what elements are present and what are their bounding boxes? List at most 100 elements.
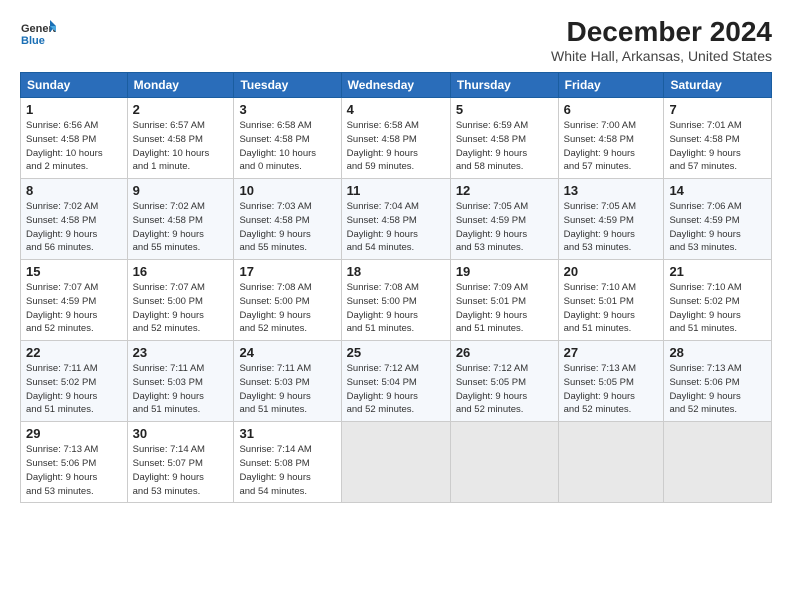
calendar-cell [341,422,450,503]
day-info: Sunrise: 7:08 AMSunset: 5:00 PMDaylight:… [239,281,335,336]
day-number: 10 [239,183,335,198]
day-info: Sunrise: 7:00 AMSunset: 4:58 PMDaylight:… [564,119,659,174]
day-number: 16 [133,264,229,279]
week-row-3: 15 Sunrise: 7:07 AMSunset: 4:59 PMDayligh… [21,260,772,341]
calendar-cell: 30 Sunrise: 7:14 AMSunset: 5:07 PMDayligh… [127,422,234,503]
day-info: Sunrise: 7:07 AMSunset: 4:59 PMDaylight:… [26,281,122,336]
calendar-page: General Blue December 2024 White Hall, A… [0,0,792,612]
calendar-cell [450,422,558,503]
day-info: Sunrise: 7:10 AMSunset: 5:01 PMDaylight:… [564,281,659,336]
day-info: Sunrise: 7:14 AMSunset: 5:07 PMDaylight:… [133,443,229,498]
calendar-cell: 1 Sunrise: 6:56 AMSunset: 4:58 PMDaylight… [21,98,128,179]
day-number: 7 [669,102,766,117]
day-number: 23 [133,345,229,360]
calendar-table: SundayMondayTuesdayWednesdayThursdayFrid… [20,72,772,503]
day-info: Sunrise: 7:13 AMSunset: 5:06 PMDaylight:… [26,443,122,498]
day-info: Sunrise: 7:09 AMSunset: 5:01 PMDaylight:… [456,281,553,336]
day-info: Sunrise: 6:56 AMSunset: 4:58 PMDaylight:… [26,119,122,174]
calendar-cell: 18 Sunrise: 7:08 AMSunset: 5:00 PMDayligh… [341,260,450,341]
week-row-4: 22 Sunrise: 7:11 AMSunset: 5:02 PMDayligh… [21,341,772,422]
day-info: Sunrise: 7:06 AMSunset: 4:59 PMDaylight:… [669,200,766,255]
calendar-cell: 17 Sunrise: 7:08 AMSunset: 5:00 PMDayligh… [234,260,341,341]
day-number: 6 [564,102,659,117]
day-number: 22 [26,345,122,360]
calendar-cell: 23 Sunrise: 7:11 AMSunset: 5:03 PMDayligh… [127,341,234,422]
calendar-cell: 20 Sunrise: 7:10 AMSunset: 5:01 PMDayligh… [558,260,664,341]
calendar-cell: 6 Sunrise: 7:00 AMSunset: 4:58 PMDaylight… [558,98,664,179]
day-info: Sunrise: 7:02 AMSunset: 4:58 PMDaylight:… [133,200,229,255]
calendar-cell [558,422,664,503]
day-info: Sunrise: 6:57 AMSunset: 4:58 PMDaylight:… [133,119,229,174]
day-number: 13 [564,183,659,198]
day-number: 18 [347,264,445,279]
day-number: 21 [669,264,766,279]
calendar-title: December 2024 [551,16,772,48]
logo-icon: General Blue [20,16,56,52]
calendar-cell: 12 Sunrise: 7:05 AMSunset: 4:59 PMDayligh… [450,179,558,260]
day-number: 26 [456,345,553,360]
column-header-tuesday: Tuesday [234,73,341,98]
day-number: 14 [669,183,766,198]
day-info: Sunrise: 7:05 AMSunset: 4:59 PMDaylight:… [564,200,659,255]
calendar-cell: 24 Sunrise: 7:11 AMSunset: 5:03 PMDayligh… [234,341,341,422]
day-number: 5 [456,102,553,117]
calendar-cell: 28Sunrise: 7:13 AMSunset: 5:06 PMDayligh… [664,341,772,422]
calendar-cell: 9 Sunrise: 7:02 AMSunset: 4:58 PMDaylight… [127,179,234,260]
logo: General Blue [20,16,56,52]
column-header-thursday: Thursday [450,73,558,98]
day-info: Sunrise: 7:12 AMSunset: 5:05 PMDaylight:… [456,362,553,417]
calendar-cell: 21Sunrise: 7:10 AMSunset: 5:02 PMDayligh… [664,260,772,341]
day-info: Sunrise: 7:05 AMSunset: 4:59 PMDaylight:… [456,200,553,255]
day-info: Sunrise: 7:07 AMSunset: 5:00 PMDaylight:… [133,281,229,336]
column-header-monday: Monday [127,73,234,98]
calendar-cell: 29Sunrise: 7:13 AMSunset: 5:06 PMDayligh… [21,422,128,503]
day-info: Sunrise: 7:12 AMSunset: 5:04 PMDaylight:… [347,362,445,417]
day-number: 31 [239,426,335,441]
calendar-cell: 31 Sunrise: 7:14 AMSunset: 5:08 PMDayligh… [234,422,341,503]
calendar-cell: 3Sunrise: 6:58 AMSunset: 4:58 PMDaylight… [234,98,341,179]
day-number: 24 [239,345,335,360]
day-info: Sunrise: 7:14 AMSunset: 5:08 PMDaylight:… [239,443,335,498]
day-number: 27 [564,345,659,360]
svg-text:Blue: Blue [21,35,45,47]
calendar-cell: 10Sunrise: 7:03 AMSunset: 4:58 PMDayligh… [234,179,341,260]
day-info: Sunrise: 7:11 AMSunset: 5:03 PMDaylight:… [133,362,229,417]
calendar-cell: 4Sunrise: 6:58 AMSunset: 4:58 PMDaylight… [341,98,450,179]
calendar-cell: 19 Sunrise: 7:09 AMSunset: 5:01 PMDayligh… [450,260,558,341]
column-header-sunday: Sunday [21,73,128,98]
day-number: 2 [133,102,229,117]
day-number: 17 [239,264,335,279]
day-number: 25 [347,345,445,360]
calendar-cell: 5 Sunrise: 6:59 AMSunset: 4:58 PMDaylight… [450,98,558,179]
calendar-cell: 22 Sunrise: 7:11 AMSunset: 5:02 PMDayligh… [21,341,128,422]
day-number: 9 [133,183,229,198]
day-number: 19 [456,264,553,279]
calendar-cell: 16 Sunrise: 7:07 AMSunset: 5:00 PMDayligh… [127,260,234,341]
day-info: Sunrise: 7:11 AMSunset: 5:03 PMDaylight:… [239,362,335,417]
day-info: Sunrise: 7:08 AMSunset: 5:00 PMDaylight:… [347,281,445,336]
day-number: 30 [133,426,229,441]
day-number: 15 [26,264,122,279]
calendar-cell: 14 Sunrise: 7:06 AMSunset: 4:59 PMDayligh… [664,179,772,260]
day-info: Sunrise: 7:11 AMSunset: 5:02 PMDaylight:… [26,362,122,417]
day-info: Sunrise: 7:02 AMSunset: 4:58 PMDaylight:… [26,200,122,255]
day-info: Sunrise: 7:01 AMSunset: 4:58 PMDaylight:… [669,119,766,174]
day-info: Sunrise: 7:13 AMSunset: 5:06 PMDaylight:… [669,362,766,417]
calendar-cell: 11Sunrise: 7:04 AMSunset: 4:58 PMDayligh… [341,179,450,260]
day-info: Sunrise: 6:59 AMSunset: 4:58 PMDaylight:… [456,119,553,174]
day-info: Sunrise: 6:58 AMSunset: 4:58 PMDaylight:… [347,119,445,174]
calendar-cell [664,422,772,503]
calendar-cell: 25 Sunrise: 7:12 AMSunset: 5:04 PMDayligh… [341,341,450,422]
day-number: 1 [26,102,122,117]
calendar-cell: 26 Sunrise: 7:12 AMSunset: 5:05 PMDayligh… [450,341,558,422]
week-row-2: 8Sunrise: 7:02 AMSunset: 4:58 PMDaylight… [21,179,772,260]
column-header-wednesday: Wednesday [341,73,450,98]
calendar-cell: 27Sunrise: 7:13 AMSunset: 5:05 PMDayligh… [558,341,664,422]
calendar-subtitle: White Hall, Arkansas, United States [551,48,772,64]
calendar-cell: 13 Sunrise: 7:05 AMSunset: 4:59 PMDayligh… [558,179,664,260]
day-number: 3 [239,102,335,117]
week-row-5: 29Sunrise: 7:13 AMSunset: 5:06 PMDayligh… [21,422,772,503]
day-number: 12 [456,183,553,198]
calendar-cell: 2 Sunrise: 6:57 AMSunset: 4:58 PMDaylight… [127,98,234,179]
day-number: 20 [564,264,659,279]
